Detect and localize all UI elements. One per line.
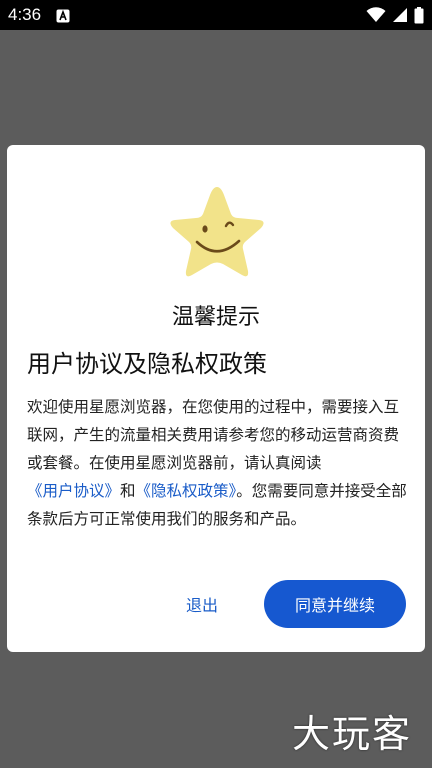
privacy-policy-link[interactable]: 《隐私权政策》 [136, 482, 237, 500]
signal-icon [392, 7, 408, 23]
dialog-title: 温馨提示 [171, 305, 260, 330]
body-text-intro: 欢迎使用星愿浏览器，在您使用的过程中，需要接入互联网，产生的流量相关费用请参考您… [27, 398, 400, 472]
winking-star-icon [163, 181, 271, 285]
status-icons [366, 6, 424, 24]
dialog-heading: 用户协议及隐私权政策 [27, 350, 267, 378]
wifi-icon [366, 7, 386, 23]
watermark-logo: 大玩客 [292, 712, 413, 756]
status-bar: 4:36 [0, 0, 432, 30]
user-agreement-link[interactable]: 《用户协议》 [27, 482, 120, 500]
status-time: 4:36 [8, 5, 42, 24]
privacy-dialog: 温馨提示 用户协议及隐私权政策 欢迎使用星愿浏览器，在您使用的过程中，需要接入互… [7, 145, 425, 652]
dialog-body: 欢迎使用星愿浏览器，在您使用的过程中，需要接入互联网，产生的流量相关费用请参考您… [27, 393, 407, 533]
agree-continue-button[interactable]: 同意并继续 [264, 580, 406, 628]
exit-button[interactable]: 退出 [170, 580, 234, 628]
body-text-and: 和 [120, 482, 136, 500]
battery-icon [414, 6, 424, 24]
a-icon [56, 8, 70, 23]
